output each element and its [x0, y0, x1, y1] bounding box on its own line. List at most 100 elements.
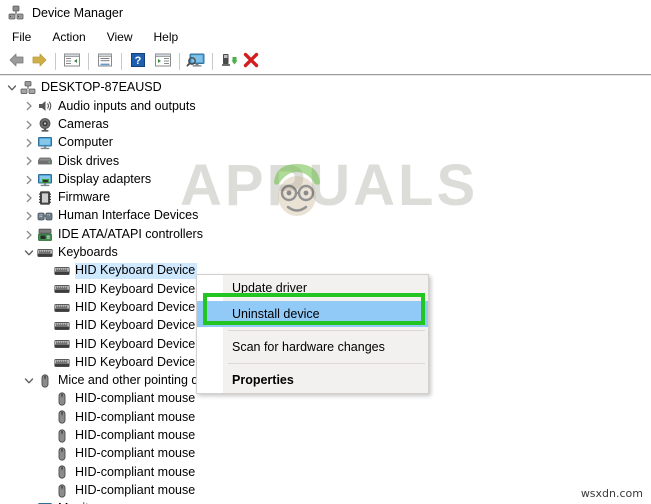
tree-item-label: HID Keyboard Device	[75, 336, 196, 351]
chevron-down-icon[interactable]	[21, 373, 37, 389]
show-hide-action-pane-icon	[154, 52, 172, 71]
help-button[interactable]: ?	[127, 50, 149, 72]
chevron-right-icon[interactable]	[21, 172, 37, 188]
show-hide-console-tree-icon	[63, 52, 81, 71]
tree-item-label: Display adapters	[58, 171, 152, 186]
context-menu-separator	[228, 363, 425, 364]
back-button[interactable]	[6, 50, 28, 72]
chevron-right-icon[interactable]	[21, 227, 37, 243]
context-menu-separator	[228, 330, 425, 331]
ctx-update-driver[interactable]: Update driver	[197, 275, 428, 301]
tree-item-hid-compliant-mouse[interactable]: HID-compliant mouse	[0, 408, 651, 426]
mouse-icon	[54, 446, 70, 462]
mouse-icon	[37, 373, 53, 389]
ctx-item-label: Properties	[232, 373, 294, 387]
tree-item-label: HID-compliant mouse	[75, 482, 196, 497]
tree-item-ide-controllers[interactable]: IDE ATA/ATAPI controllers	[0, 225, 651, 243]
tree-item-label: HID Keyboard Device	[75, 354, 196, 369]
context-menu[interactable]: Update driver Uninstall device Scan for …	[196, 274, 429, 394]
toolbar-separator	[212, 52, 213, 70]
tree-item-label: IDE ATA/ATAPI controllers	[58, 226, 203, 241]
ctx-scan-hardware-changes[interactable]: Scan for hardware changes	[197, 334, 428, 360]
ide-controller-icon	[37, 227, 53, 243]
tree-item-hid[interactable]: Human Interface Devices	[0, 207, 651, 225]
keyboard-icon	[54, 263, 70, 279]
update-driver-icon	[220, 52, 238, 71]
tree-item-label: Firmware	[58, 190, 111, 205]
tree-item-label: HID Keyboard Device	[75, 281, 196, 296]
tree-root-desktop[interactable]: DESKTOP-87EAUSD	[0, 79, 651, 97]
tree-item-audio[interactable]: Audio inputs and outputs	[0, 97, 651, 115]
menu-help[interactable]: Help	[151, 28, 188, 46]
menu-file[interactable]: File	[9, 28, 40, 46]
menu-action[interactable]: Action	[49, 28, 94, 46]
menu-view[interactable]: View	[104, 28, 142, 46]
keyboard-icon	[54, 355, 70, 371]
tree-item-label: Human Interface Devices	[58, 208, 199, 223]
properties-icon	[96, 52, 114, 71]
mouse-icon	[54, 483, 70, 499]
ctx-item-label: Update driver	[232, 281, 308, 295]
tree-item-label: HID-compliant mouse	[75, 391, 196, 406]
tree-item-disk-drives[interactable]: Disk drives	[0, 152, 651, 170]
update-driver-button[interactable]	[218, 50, 240, 72]
chevron-down-icon[interactable]	[4, 80, 20, 96]
tree-item-label: Disk drives	[58, 153, 120, 168]
tree-root-label: DESKTOP-87EAUSD	[41, 80, 162, 95]
keyboard-icon	[54, 281, 70, 297]
tree-item-monitors[interactable]: Monitors	[0, 500, 651, 504]
back-icon	[8, 52, 26, 71]
menu-bar: File Action View Help	[0, 26, 651, 48]
hid-icon	[37, 208, 53, 224]
tree-item-hid-compliant-mouse[interactable]: HID-compliant mouse	[0, 463, 651, 481]
computer-icon	[37, 135, 53, 151]
tree-item-display-adapters[interactable]: Display adapters	[0, 170, 651, 188]
chevron-right-icon[interactable]	[21, 190, 37, 206]
disk-drive-icon	[37, 153, 53, 169]
display-adapter-icon	[37, 172, 53, 188]
chevron-right-icon[interactable]	[21, 208, 37, 224]
toolbar-separator	[88, 52, 89, 70]
tree-item-hid-compliant-mouse[interactable]: HID-compliant mouse	[0, 445, 651, 463]
chevron-right-icon[interactable]	[21, 117, 37, 133]
svg-text:?: ?	[135, 55, 142, 67]
ctx-item-label: Scan for hardware changes	[232, 340, 385, 354]
toolbar: ?	[0, 48, 651, 74]
camera-icon	[37, 117, 53, 133]
keyboard-icon	[37, 245, 53, 261]
toolbar-separator	[121, 52, 122, 70]
chevron-down-icon[interactable]	[21, 245, 37, 261]
chevron-right-icon[interactable]	[21, 135, 37, 151]
chevron-right-icon[interactable]	[21, 98, 37, 114]
device-manager-icon	[8, 5, 24, 21]
keyboard-icon	[54, 300, 70, 316]
keyboard-icon	[54, 336, 70, 352]
tree-item-cameras[interactable]: Cameras	[0, 116, 651, 134]
window-title: Device Manager	[32, 6, 124, 20]
tree-item-keyboards[interactable]: Keyboards	[0, 244, 651, 262]
uninstall-device-button[interactable]	[240, 50, 262, 72]
chevron-right-icon[interactable]	[21, 153, 37, 169]
properties-button[interactable]	[94, 50, 116, 72]
mouse-icon	[54, 464, 70, 480]
show-hide-action-pane-button[interactable]	[152, 50, 174, 72]
site-watermark: wsxdn.com	[580, 487, 643, 500]
speaker-icon	[37, 98, 53, 114]
tree-item-hid-compliant-mouse[interactable]: HID-compliant mouse	[0, 482, 651, 500]
scan-for-hardware-changes-button[interactable]	[185, 50, 207, 72]
toolbar-separator	[179, 52, 180, 70]
forward-icon	[30, 52, 48, 71]
tree-item-label: HID-compliant mouse	[75, 428, 196, 443]
mouse-icon	[54, 409, 70, 425]
tree-item-computer[interactable]: Computer	[0, 134, 651, 152]
show-hide-console-tree-button[interactable]	[61, 50, 83, 72]
forward-button[interactable]	[28, 50, 50, 72]
ctx-uninstall-device[interactable]: Uninstall device	[197, 301, 428, 327]
title-bar: Device Manager	[0, 0, 651, 26]
uninstall-device-icon	[242, 52, 260, 71]
toolbar-bottom-divider-light	[0, 75, 651, 76]
tree-item-hid-compliant-mouse[interactable]: HID-compliant mouse	[0, 427, 651, 445]
ctx-properties[interactable]: Properties	[197, 367, 428, 393]
tree-item-firmware[interactable]: Firmware	[0, 189, 651, 207]
scan-for-hardware-changes-icon	[186, 52, 206, 71]
